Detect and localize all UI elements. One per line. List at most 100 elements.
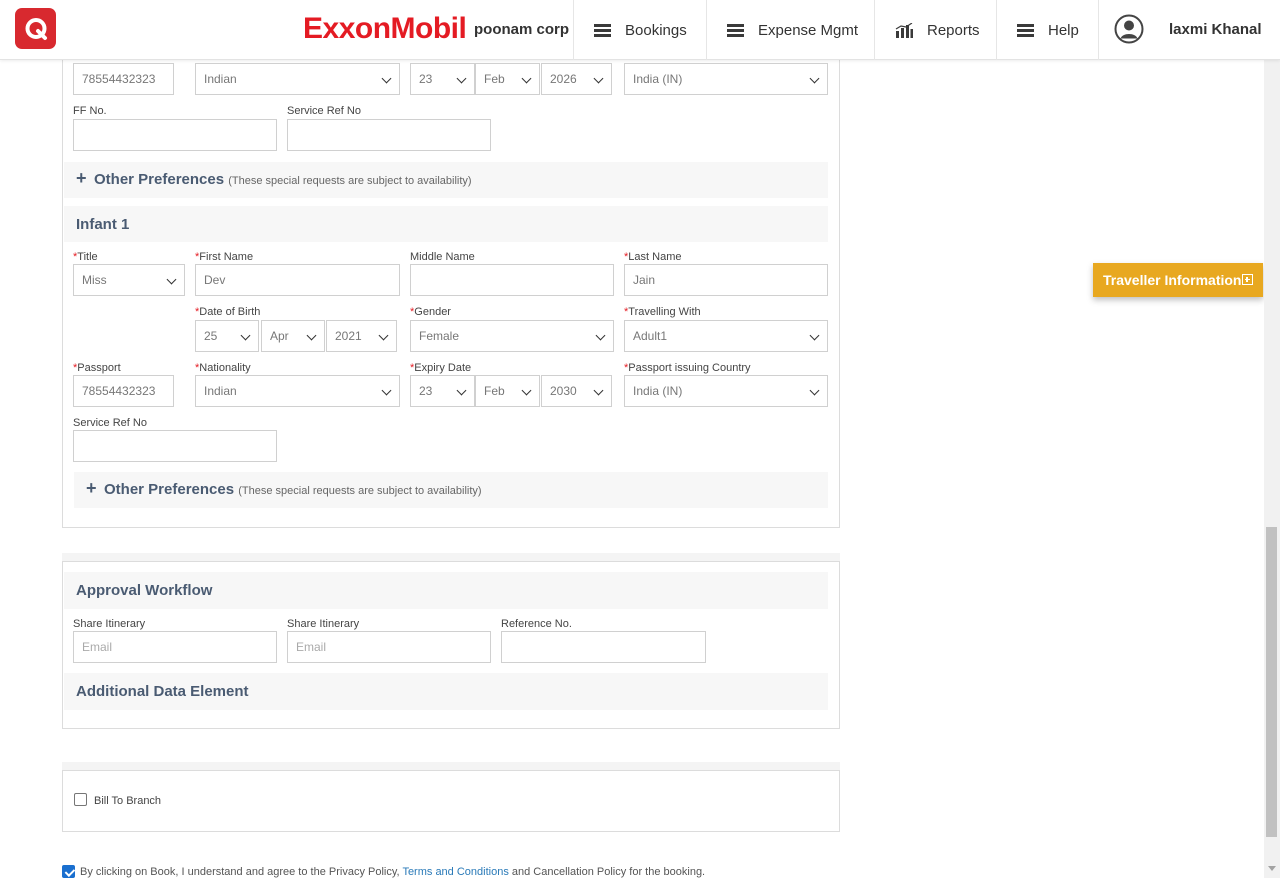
issuing-country-select[interactable]: India (IN)	[624, 63, 828, 95]
billing-panel	[62, 770, 840, 832]
chevron-down-icon	[378, 330, 389, 341]
corporate-name: poonam corp	[474, 21, 570, 38]
scrollbar-thumb[interactable]	[1266, 527, 1277, 837]
infant-section-header: Infant 1	[64, 206, 828, 242]
menu-icon	[1017, 23, 1034, 37]
agreement-text: By clicking on Book, I understand and ag…	[80, 866, 705, 878]
approval-section-header: Approval Workflow	[64, 572, 828, 609]
nav-bookings[interactable]: Bookings	[573, 0, 706, 60]
gender-select[interactable]: Female	[410, 320, 614, 352]
share-itinerary-label-1: Share Itinerary	[73, 618, 146, 630]
top-navbar: ExxonMobil poonam corp Bookings Expense …	[0, 0, 1280, 60]
expiry-year-select[interactable]: 2026	[541, 63, 612, 95]
traveller-information-button[interactable]: Traveller Information	[1093, 263, 1263, 297]
bar-chart-icon	[895, 22, 913, 38]
plus-icon: +	[76, 168, 87, 188]
nationality-select[interactable]: Indian	[195, 63, 400, 95]
infant-other-preferences-toggle[interactable]: + Other Preferences (These special reque…	[74, 472, 828, 508]
infant-expiry-month-select[interactable]: Feb	[475, 375, 540, 407]
other-preferences-subtitle: (These special requests are subject to a…	[238, 485, 482, 497]
service-ref-label: Service Ref No	[287, 105, 361, 117]
chevron-down-icon	[240, 330, 251, 341]
last-name-field[interactable]: Jain	[624, 264, 828, 296]
app-logo[interactable]	[15, 8, 56, 49]
ff-number-field[interactable]	[73, 119, 277, 151]
expiry-date-label: *Expiry Date	[410, 362, 472, 374]
infant-expiry-day-select[interactable]: 23	[410, 375, 475, 407]
chevron-down-icon	[456, 73, 467, 84]
infant-issuing-country-select[interactable]: India (IN)	[624, 375, 828, 407]
first-name-field[interactable]: Dev	[195, 264, 400, 296]
service-ref-field[interactable]	[287, 119, 491, 151]
issuing-country-value: India (IN)	[633, 72, 683, 86]
travelling-with-select[interactable]: Adult1	[624, 320, 828, 352]
dob-day-value: 25	[204, 329, 218, 343]
expiry-day-value: 23	[419, 72, 433, 86]
section-spacer	[62, 762, 840, 770]
section-spacer	[62, 553, 840, 561]
approval-heading: Approval Workflow	[76, 582, 213, 599]
title-select[interactable]: Miss	[73, 264, 185, 296]
bill-to-branch-checkbox[interactable]	[74, 793, 87, 806]
traveller-information-label: Traveller Information	[1103, 272, 1242, 288]
reference-no-label: Reference No.	[501, 618, 572, 630]
bill-to-branch-label[interactable]: Bill To Branch	[94, 795, 161, 807]
brand-logo[interactable]: ExxonMobil	[303, 12, 467, 46]
chevron-down-icon	[595, 330, 606, 341]
user-menu[interactable]: laxmi Khanal	[1098, 0, 1280, 60]
plus-square-icon	[1242, 274, 1253, 285]
user-avatar-icon	[1114, 14, 1144, 44]
passport-label: *Passport	[73, 362, 121, 374]
scroll-down-arrow-icon[interactable]	[1268, 866, 1276, 871]
dob-day-select[interactable]: 25	[195, 320, 259, 352]
expiry-day-select[interactable]: 23	[410, 63, 475, 95]
infant-expiry-day-value: 23	[419, 384, 433, 398]
chevron-down-icon	[809, 385, 820, 396]
nav-help[interactable]: Help	[996, 0, 1098, 60]
nav-reports[interactable]: Reports	[874, 0, 996, 60]
share-itinerary-email-1[interactable]: Email	[73, 631, 277, 663]
infant-service-ref-field[interactable]	[73, 430, 277, 462]
gender-label: *Gender	[410, 306, 451, 318]
first-name-label: *First Name	[195, 251, 254, 263]
chevron-down-icon	[593, 385, 604, 396]
ff-label: FF No.	[73, 105, 107, 117]
menu-icon	[594, 23, 611, 37]
nav-expense-label: Expense Mgmt	[758, 21, 859, 39]
infant-service-ref-label: Service Ref No	[73, 417, 147, 429]
infant-expiry-year-select[interactable]: 2030	[541, 375, 612, 407]
nav-expense-mgmt[interactable]: Expense Mgmt	[706, 0, 874, 60]
infant-passport-field[interactable]: 78554432323	[73, 375, 174, 407]
dob-year-value: 2021	[335, 329, 362, 343]
travelling-with-value: Adult1	[633, 329, 668, 343]
expiry-year-value: 2026	[550, 72, 577, 86]
other-preferences-toggle[interactable]: + Other Preferences (These special reque…	[64, 162, 828, 198]
chevron-down-icon	[381, 385, 392, 396]
middle-name-field[interactable]	[410, 264, 614, 296]
chevron-down-icon	[521, 73, 532, 84]
agreement-text-after: and Cancellation Policy for the booking.	[508, 866, 706, 878]
reference-no-field[interactable]	[501, 631, 706, 663]
agreement-text-before: By clicking on Book, I understand and ag…	[80, 866, 403, 878]
expiry-month-select[interactable]: Feb	[475, 63, 540, 95]
terms-link[interactable]: Terms and Conditions	[402, 866, 508, 878]
dob-year-select[interactable]: 2021	[326, 320, 397, 352]
dob-month-select[interactable]: Apr	[261, 320, 325, 352]
chevron-down-icon	[456, 385, 467, 396]
share-itinerary-email-2[interactable]: Email	[287, 631, 491, 663]
infant-nationality-select[interactable]: Indian	[195, 375, 400, 407]
share-itinerary-label-2: Share Itinerary	[287, 618, 360, 630]
nationality-value: Indian	[204, 72, 237, 86]
last-name-label: *Last Name	[624, 251, 682, 263]
plus-icon: +	[86, 478, 97, 498]
infant-issuing-country-value: India (IN)	[633, 384, 683, 398]
agreement-checkbox[interactable]	[62, 865, 75, 878]
additional-data-header[interactable]: Additional Data Element	[64, 673, 828, 710]
passport-field[interactable]: 78554432323	[73, 63, 174, 95]
chevron-down-icon	[809, 330, 820, 341]
additional-data-heading: Additional Data Element	[76, 683, 249, 700]
other-preferences-title: Other Preferences	[104, 481, 235, 498]
dob-label: *Date of Birth	[195, 306, 261, 318]
other-preferences-title: Other Preferences	[94, 171, 225, 188]
title-value: Miss	[82, 273, 107, 287]
